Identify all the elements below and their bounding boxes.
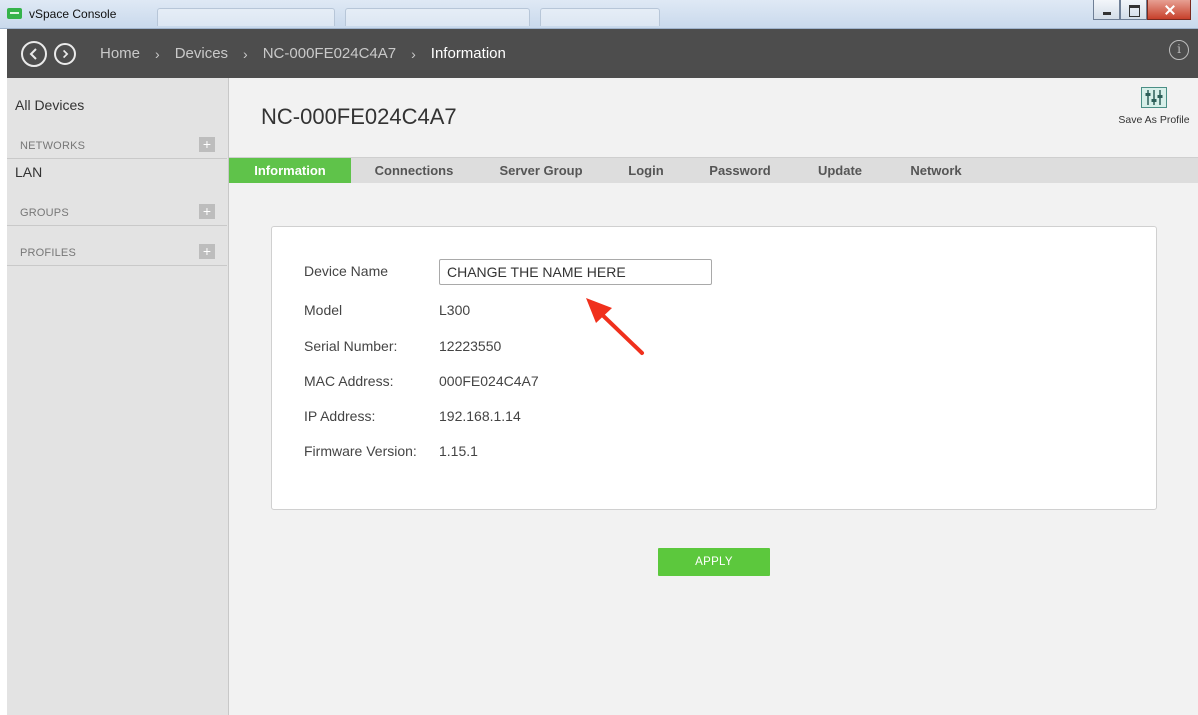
device-name-input[interactable] (439, 259, 712, 285)
back-icon[interactable] (21, 41, 47, 67)
breadcrumb-current: Information (430, 45, 506, 62)
page-title: NC-000FE024C4A7 (261, 104, 457, 129)
sidebar-item-lan[interactable]: LAN (15, 164, 42, 180)
background-taskbar-tab (540, 8, 660, 26)
info-icon[interactable]: i (1169, 40, 1189, 60)
firmware-version-value: 1.15.1 (439, 443, 478, 459)
tab-update[interactable]: Update (807, 158, 873, 183)
app-header: Home › Devices › NC-000FE024C4A7 › Infor… (7, 29, 1198, 78)
breadcrumb-separator: › (243, 45, 248, 62)
sidebar: All Devices NETWORKS + LAN GROUPS + PROF… (7, 78, 229, 715)
tab-connections[interactable]: Connections (363, 158, 465, 183)
breadcrumb-home[interactable]: Home (100, 45, 140, 62)
breadcrumb-separator: › (155, 45, 160, 62)
add-group-button[interactable]: + (199, 204, 215, 219)
save-as-profile-label: Save As Profile (1118, 114, 1190, 126)
window-titlebar: vSpace Console (0, 0, 1198, 29)
ip-address-value: 192.168.1.14 (439, 408, 521, 424)
model-label: Model (304, 302, 343, 318)
sidebar-section-profiles: PROFILES + (7, 242, 227, 266)
firmware-version-label: Firmware Version: (304, 443, 417, 459)
ip-address-label: IP Address: (304, 408, 376, 424)
window-title: vSpace Console (29, 7, 117, 21)
forward-icon[interactable] (54, 43, 76, 65)
tab-network[interactable]: Network (901, 158, 971, 183)
sidebar-item-all-devices[interactable]: All Devices (15, 97, 84, 113)
breadcrumb-devices[interactable]: Devices (175, 45, 228, 62)
app-logo-icon (7, 8, 22, 19)
tab-server-group[interactable]: Server Group (491, 158, 591, 183)
sidebar-section-label: PROFILES (20, 247, 77, 259)
breadcrumb-separator: › (411, 45, 416, 62)
tab-login[interactable]: Login (619, 158, 673, 183)
tab-bar: Information Connections Server Group Log… (229, 157, 1198, 183)
background-taskbar-tab (157, 8, 335, 26)
breadcrumb: Home › Devices › NC-000FE024C4A7 › Infor… (100, 45, 506, 62)
add-network-button[interactable]: + (199, 137, 215, 152)
minimize-button[interactable] (1093, 0, 1120, 20)
model-value: L300 (439, 302, 471, 318)
serial-number-label: Serial Number: (304, 338, 398, 354)
apply-button[interactable]: APPLY (658, 548, 770, 576)
mac-address-value: 000FE024C4A7 (439, 373, 539, 389)
sidebar-section-label: GROUPS (20, 207, 69, 219)
sidebar-section-label: NETWORKS (20, 140, 86, 152)
close-window-button[interactable] (1147, 0, 1191, 20)
maximize-button[interactable] (1120, 0, 1147, 20)
sidebar-section-groups: GROUPS + (7, 202, 227, 226)
save-as-profile-button[interactable]: Save As Profile (1118, 87, 1190, 126)
red-arrow-icon (586, 298, 644, 355)
mac-address-label: MAC Address: (304, 373, 394, 389)
tab-password[interactable]: Password (701, 158, 779, 183)
sliders-icon (1141, 87, 1167, 108)
window-controls (1093, 0, 1191, 20)
device-info-card: Device Name Model L300 Serial Number: 12… (271, 226, 1157, 510)
background-taskbar-tab (345, 8, 530, 26)
sidebar-section-networks: NETWORKS + (7, 135, 227, 159)
serial-number-value: 12223550 (439, 338, 502, 354)
main-panel: NC-000FE024C4A7 Save As Profile Informat… (229, 78, 1198, 715)
device-name-label: Device Name (304, 263, 389, 279)
breadcrumb-device[interactable]: NC-000FE024C4A7 (263, 45, 396, 62)
add-profile-button[interactable]: + (199, 244, 215, 259)
tab-information[interactable]: Information (229, 158, 351, 183)
